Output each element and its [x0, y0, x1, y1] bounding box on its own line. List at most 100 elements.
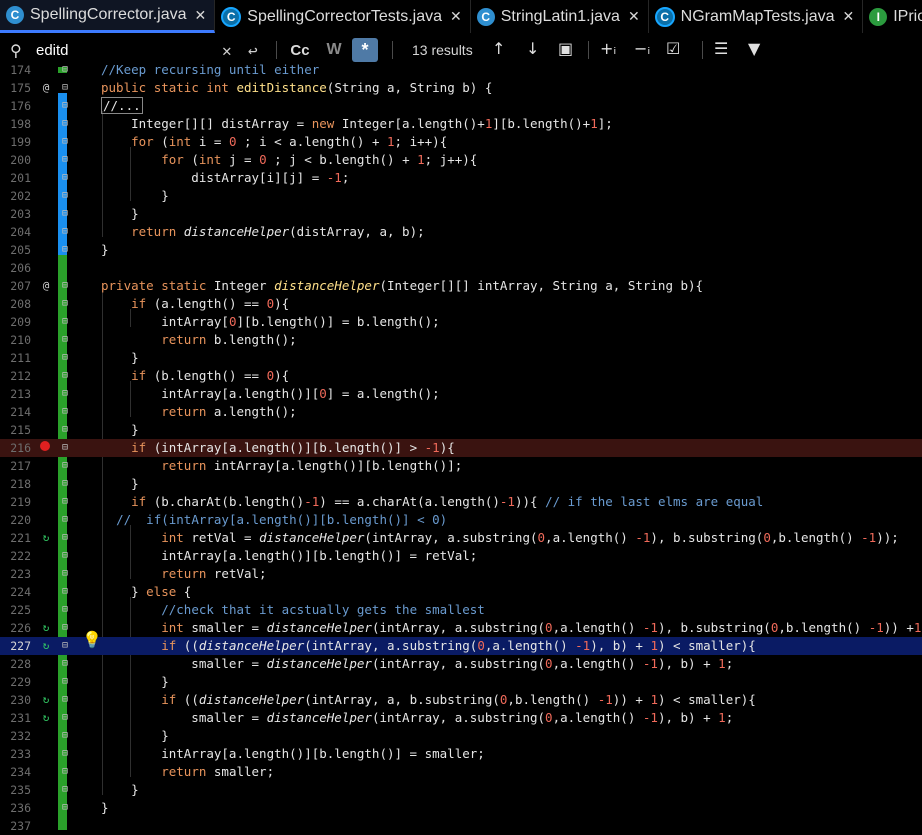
line-number[interactable]: 174 [0, 61, 31, 79]
code-line[interactable]: 237 [0, 817, 922, 835]
code-line[interactable]: 209 ⊟ intArray[0][b.length()] = b.length(… [0, 313, 922, 331]
code-line[interactable]: 213 ⊟ intArray[a.length()][0] = a.length(… [0, 385, 922, 403]
code-text[interactable]: int retVal = distanceHelper(intArray, a.… [101, 529, 899, 547]
line-number[interactable]: 226 [0, 619, 31, 637]
line-number[interactable]: 201 [0, 169, 31, 187]
tab-spellingcorrectortests[interactable]: C SpellingCorrectorTests.java ✕ [215, 0, 471, 33]
code-line[interactable]: 230 ↻ ⊟ if ((distanceHelper(intArray, a, b… [0, 691, 922, 709]
code-line[interactable]: 201 ⊟ distArray[i][j] = -1; [0, 169, 922, 187]
code-line[interactable]: 229 ⊟ } [0, 673, 922, 691]
code-text[interactable]: if (b.charAt(b.length()-1) == a.charAt(a… [101, 493, 763, 511]
recursion-icon[interactable]: ↻ [39, 637, 53, 655]
line-number[interactable]: 236 [0, 799, 31, 817]
code-text[interactable]: //... [101, 97, 143, 115]
code-line[interactable]: 225 ⊟ //check that it acstually gets the … [0, 601, 922, 619]
next-occurrence-icon[interactable]: ↓ [526, 39, 539, 58]
code-text[interactable]: } [101, 241, 109, 259]
code-text[interactable]: Integer[][] distArray = new Integer[a.le… [101, 115, 613, 133]
clear-icon[interactable]: ✕ [222, 41, 232, 60]
code-text[interactable]: //check that it acstually gets the small… [101, 601, 485, 619]
breakpoint-icon[interactable] [40, 441, 50, 451]
fold-icon[interactable]: ⊟ [62, 295, 72, 313]
fold-icon[interactable]: ⊟ [62, 187, 72, 205]
code-line[interactable]: 198 ⊟ Integer[][] distArray = new Integer… [0, 115, 922, 133]
line-number[interactable]: 205 [0, 241, 31, 259]
fold-icon[interactable]: ⊟ [62, 709, 72, 727]
whole-words-button[interactable]: W [322, 38, 346, 62]
fold-icon[interactable]: ⊟ [62, 763, 72, 781]
line-number[interactable]: 218 [0, 475, 31, 493]
search-input[interactable]: editd [36, 42, 69, 59]
code-text[interactable]: intArray[a.length()][b.length()] = small… [101, 745, 485, 763]
code-line[interactable]: 199 ⊟ for (int i = 0 ; i < a.length() + 1… [0, 133, 922, 151]
fold-icon[interactable]: ⊟ [62, 511, 72, 529]
code-text[interactable]: intArray[a.length()][b.length()] = retVa… [101, 547, 477, 565]
code-text[interactable]: if ((distanceHelper(intArray, a.substrin… [101, 637, 756, 655]
line-number[interactable]: 215 [0, 421, 31, 439]
code-text[interactable]: } [101, 781, 139, 799]
close-icon[interactable]: ✕ [450, 8, 462, 25]
line-number[interactable]: 217 [0, 457, 31, 475]
fold-icon[interactable]: ⊟ [62, 727, 72, 745]
code-text[interactable]: smaller = distanceHelper(intArray, a.sub… [101, 655, 733, 673]
fold-icon[interactable]: ⊟ [62, 205, 72, 223]
line-number[interactable]: 224 [0, 583, 31, 601]
code-line[interactable]: 215 ⊟ } [0, 421, 922, 439]
line-number[interactable]: 176 [0, 97, 31, 115]
close-icon[interactable]: ✕ [628, 8, 640, 25]
tab-ngrammaptests[interactable]: C NGramMapTests.java ✕ [648, 0, 864, 33]
code-text[interactable]: int smaller = distanceHelper(intArray, a… [101, 619, 922, 637]
line-number[interactable]: 213 [0, 385, 31, 403]
code-text[interactable]: for (int i = 0 ; i < a.length() + 1; i++… [101, 133, 447, 151]
tab-stringlatin1[interactable]: C StringLatin1.java ✕ [470, 0, 649, 33]
fold-icon[interactable]: ⊟ [62, 691, 72, 709]
filter-lines-icon[interactable]: ☰ [714, 39, 728, 58]
fold-icon[interactable]: ⊟ [62, 421, 72, 439]
code-line[interactable]: 218 ⊟ } [0, 475, 922, 493]
line-number[interactable]: 229 [0, 673, 31, 691]
code-text[interactable]: } [101, 673, 169, 691]
line-number[interactable]: 175 [0, 79, 31, 97]
code-text[interactable]: private static Integer distanceHelper(In… [101, 277, 703, 295]
code-line[interactable]: 219 ⊟ if (b.charAt(b.length()-1) == a.cha… [0, 493, 922, 511]
code-line[interactable]: 234 ⊟ return smaller; [0, 763, 922, 781]
code-text[interactable]: intArray[a.length()][0] = a.length(); [101, 385, 439, 403]
regex-button[interactable]: * [352, 38, 378, 62]
line-number[interactable]: 210 [0, 331, 31, 349]
fold-icon[interactable]: ⊟ [62, 79, 72, 97]
code-line[interactable]: 206 [0, 259, 922, 277]
code-text[interactable]: return intArray[a.length()][b.length()]; [101, 457, 462, 475]
line-number[interactable]: 204 [0, 223, 31, 241]
fold-icon[interactable]: ⊟ [62, 169, 72, 187]
annotation-icon[interactable]: @ [39, 277, 53, 295]
fold-icon[interactable]: ⊟ [62, 637, 72, 655]
line-number[interactable]: 200 [0, 151, 31, 169]
fold-icon[interactable]: ⊟ [62, 493, 72, 511]
fold-icon[interactable]: ⊟ [62, 601, 72, 619]
fold-icon[interactable]: ⊟ [62, 331, 72, 349]
code-text[interactable]: return a.length(); [101, 403, 296, 421]
code-text[interactable]: } [101, 205, 139, 223]
line-number[interactable]: 219 [0, 493, 31, 511]
open-in-window-icon[interactable]: ▣ [558, 39, 573, 58]
fold-icon[interactable]: ⊟ [62, 655, 72, 673]
code-text[interactable]: if (intArray[a.length()][b.length()] > -… [101, 439, 455, 457]
search-icon[interactable]: ⚲ [10, 41, 26, 60]
fold-icon[interactable]: ⊟ [62, 439, 72, 457]
match-case-button[interactable]: Cc [288, 38, 312, 62]
filter-icon[interactable]: ▼ [748, 39, 760, 58]
line-number[interactable]: 202 [0, 187, 31, 205]
line-number[interactable]: 228 [0, 655, 31, 673]
code-text[interactable]: for (int j = 0 ; j < b.length() + 1; j++… [101, 151, 477, 169]
line-number[interactable]: 230 [0, 691, 31, 709]
fold-icon[interactable]: ⊟ [62, 403, 72, 421]
line-number[interactable]: 198 [0, 115, 31, 133]
remove-selection-icon[interactable]: −ᵢ [634, 39, 650, 58]
recursion-icon[interactable]: ↻ [39, 619, 53, 637]
code-text[interactable]: return distanceHelper(distArray, a, b); [101, 223, 425, 241]
code-line[interactable]: 174 ⊟ //Keep recursing until either [0, 61, 922, 79]
code-line[interactable]: 227 ↻ ⊟ if ((distanceHelper(intArray, a.su… [0, 637, 922, 655]
code-line[interactable]: 176 ⊟ //... [0, 97, 922, 115]
previous-occurrence-icon[interactable]: ↑ [492, 39, 505, 58]
fold-icon[interactable]: ⊟ [62, 529, 72, 547]
